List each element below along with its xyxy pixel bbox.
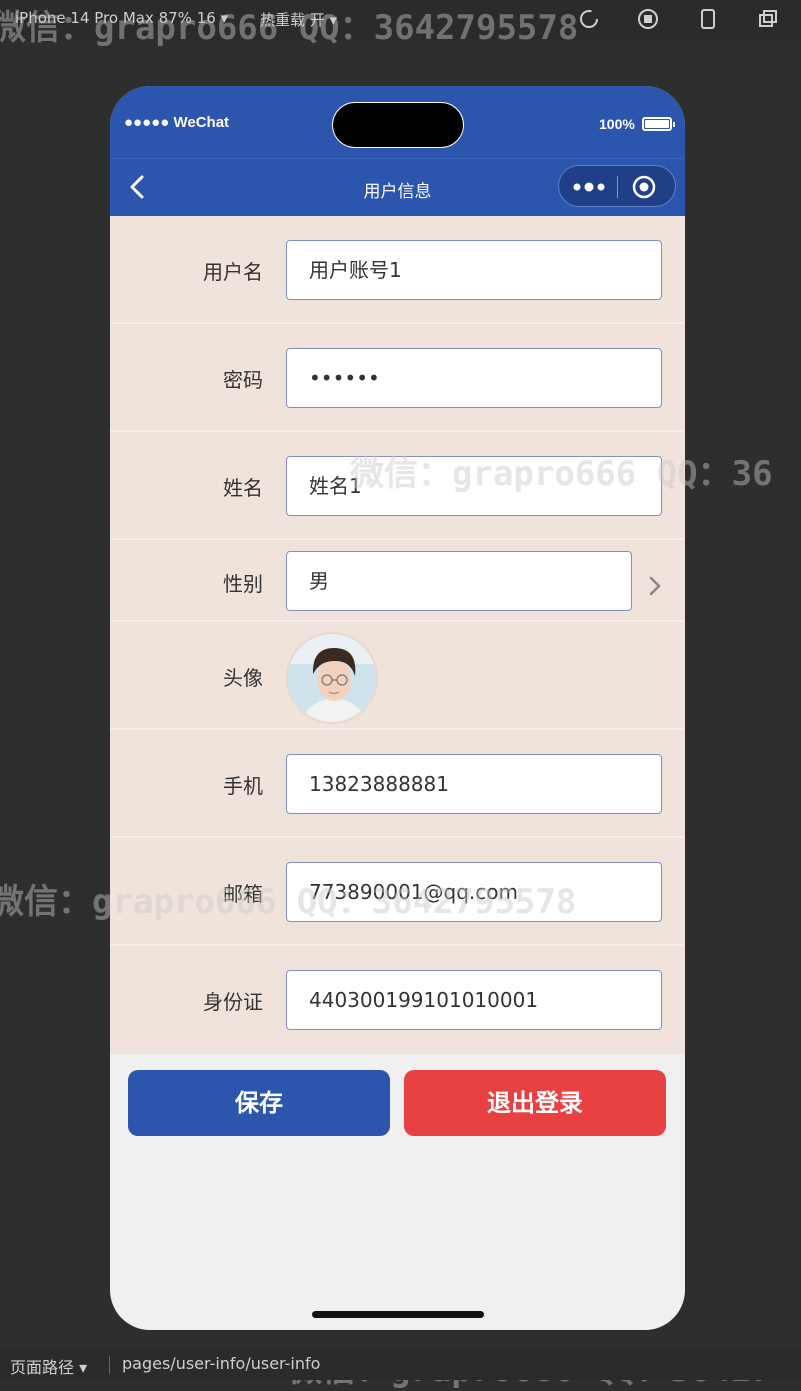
logout-button[interactable]: 退出登录: [404, 1070, 666, 1136]
navigation-bar: 用户信息: [110, 158, 685, 216]
phone-preview-icon[interactable]: [697, 8, 719, 30]
password-input[interactable]: ••••••: [286, 348, 662, 408]
name-label: 姓名: [223, 476, 263, 500]
email-input[interactable]: 773890001@qq.com: [286, 862, 662, 922]
carrier-label: ●●●●● WeChat: [124, 114, 230, 131]
username-input[interactable]: 用户账号1: [286, 240, 662, 300]
close-miniprogram-icon[interactable]: [631, 174, 657, 200]
avatar-portrait-icon: [288, 634, 376, 722]
refresh-icon[interactable]: [578, 8, 600, 30]
home-indicator: [312, 1311, 484, 1318]
mini-program-capsule: [558, 165, 676, 207]
form-row-phone: 手机 13823888881: [110, 730, 685, 838]
form-row-gender: 性别 男: [110, 540, 685, 622]
form-row-email: 邮箱 773890001@qq.com: [110, 838, 685, 946]
page-path: pages/user-info/user-info: [122, 1354, 321, 1373]
statusbar-divider: [109, 1356, 110, 1374]
password-label: 密码: [223, 368, 263, 392]
stop-icon[interactable]: [637, 8, 659, 30]
gender-label: 性别: [223, 572, 263, 596]
save-button[interactable]: 保存: [128, 1070, 390, 1136]
battery-percent: 100%: [599, 116, 635, 132]
avatar-label: 头像: [223, 666, 263, 690]
capsule-divider: [617, 176, 618, 198]
hot-reload-toggle[interactable]: 热重载 开 ▾: [260, 9, 337, 30]
dynamic-island: [332, 102, 464, 148]
phone-label: 手机: [223, 774, 263, 798]
phone-frame: ●●●●● WeChat 100% 用户信息 用户名 用户账号1 密码 ••••…: [110, 86, 685, 1330]
name-input[interactable]: 姓名1: [286, 456, 662, 516]
id-card-input[interactable]: 440300199101010001: [286, 970, 662, 1030]
devtools-toolbar: iPhone 14 Pro Max 87% 16 ▾ 热重载 开 ▾: [0, 0, 801, 40]
phone-input[interactable]: 13823888881: [286, 754, 662, 814]
form-row-password: 密码 ••••••: [110, 324, 685, 432]
chevron-right-icon[interactable]: [645, 572, 665, 600]
windows-icon[interactable]: [757, 8, 779, 30]
avatar-image[interactable]: [286, 632, 378, 724]
status-bar: ●●●●● WeChat 100%: [110, 86, 685, 158]
devtools-statusbar: 页面路径 ▾ pages/user-info/user-info: [0, 1350, 801, 1380]
form-row-avatar: 头像: [110, 622, 685, 730]
form-row-id-card: 身份证 440300199101010001: [110, 946, 685, 1054]
device-selector[interactable]: iPhone 14 Pro Max 87% 16 ▾: [15, 9, 228, 27]
more-icon[interactable]: [569, 174, 609, 200]
page-path-label[interactable]: 页面路径 ▾: [10, 1354, 87, 1378]
form-row-username: 用户名 用户账号1: [110, 216, 685, 324]
username-label: 用户名: [203, 260, 263, 284]
user-info-form: 用户名 用户账号1 密码 •••••• 姓名 姓名1 性别 男 头像 手机 13…: [110, 216, 685, 1054]
form-row-name: 姓名 姓名1: [110, 432, 685, 540]
gender-picker[interactable]: 男: [286, 551, 632, 611]
battery-icon: [642, 117, 675, 131]
id-card-label: 身份证: [203, 990, 263, 1014]
email-label: 邮箱: [223, 882, 263, 906]
